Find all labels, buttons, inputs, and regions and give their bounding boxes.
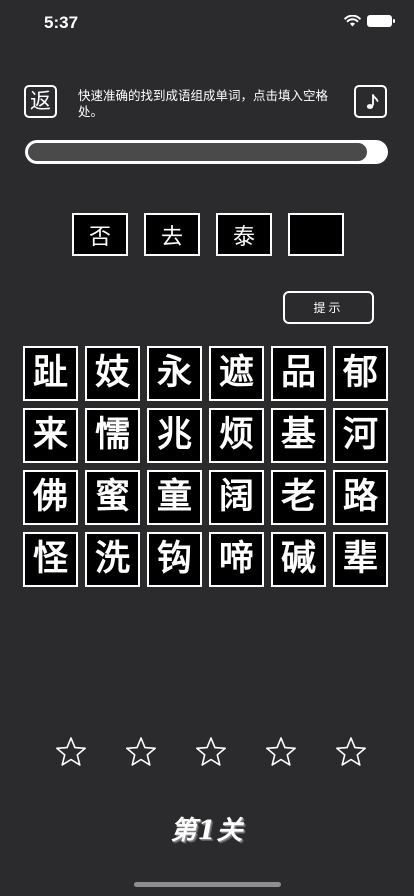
music-note-icon	[366, 93, 378, 109]
character-tile[interactable]: 阔	[209, 470, 264, 525]
music-button[interactable]	[354, 85, 387, 118]
character-tile[interactable]: 永	[147, 346, 202, 401]
character-tile[interactable]: 碱	[271, 532, 326, 587]
star-outline-icon	[126, 737, 156, 766]
character-tile[interactable]: 怪	[23, 532, 78, 587]
character-tile[interactable]: 妓	[85, 346, 140, 401]
character-tile[interactable]: 洗	[85, 532, 140, 587]
character-tile[interactable]: 兆	[147, 408, 202, 463]
progress-bar	[25, 140, 388, 164]
character-tile[interactable]: 趾	[23, 346, 78, 401]
wifi-icon	[344, 15, 361, 27]
star-outline-icon	[336, 737, 366, 766]
character-tile[interactable]: 河	[333, 408, 388, 463]
level-label: 第1关	[170, 816, 244, 846]
header: 返 快速准确的找到成语组成单词，点击填入空格处。	[0, 80, 414, 124]
star-outline-icon	[266, 737, 296, 766]
character-tile[interactable]: 路	[333, 470, 388, 525]
star-outline-icon	[196, 737, 226, 766]
character-tile[interactable]: 老	[271, 470, 326, 525]
character-tile[interactable]: 遮	[209, 346, 264, 401]
character-tile[interactable]: 啼	[209, 532, 264, 587]
answer-slot-empty[interactable]	[288, 213, 344, 256]
character-tile[interactable]: 基	[271, 408, 326, 463]
character-tile[interactable]: 辈	[333, 532, 388, 587]
answer-slot[interactable]: 否	[72, 213, 128, 256]
star-outline-icon	[56, 737, 86, 766]
progress-fill	[28, 143, 367, 161]
character-tile[interactable]: 童	[147, 470, 202, 525]
character-tile[interactable]: 懦	[85, 408, 140, 463]
answer-row: 否 去 泰	[72, 213, 344, 256]
character-tile[interactable]: 品	[271, 346, 326, 401]
character-tile[interactable]: 郁	[333, 346, 388, 401]
home-indicator	[134, 882, 281, 887]
status-bar: 5:37	[0, 0, 414, 44]
character-tile[interactable]: 烦	[209, 408, 264, 463]
answer-slot[interactable]: 泰	[216, 213, 272, 256]
hint-button[interactable]: 提示	[283, 291, 374, 324]
status-time: 5:37	[44, 13, 79, 32]
character-tile[interactable]: 蜜	[85, 470, 140, 525]
character-tile[interactable]: 钩	[147, 532, 202, 587]
answer-slot[interactable]: 去	[144, 213, 200, 256]
character-tile[interactable]: 佛	[23, 470, 78, 525]
back-button[interactable]: 返	[24, 85, 57, 118]
instruction-text: 快速准确的找到成语组成单词，点击填入空格处。	[78, 88, 329, 119]
character-grid: 趾 妓 永 遮 品 郁 来 懦 兆 烦 基 河 佛 蜜 童 阔 老 路 怪 洗 …	[23, 346, 388, 587]
battery-icon	[367, 15, 395, 27]
status-icons	[344, 15, 395, 27]
star-rating	[55, 736, 367, 768]
character-tile[interactable]: 来	[23, 408, 78, 463]
